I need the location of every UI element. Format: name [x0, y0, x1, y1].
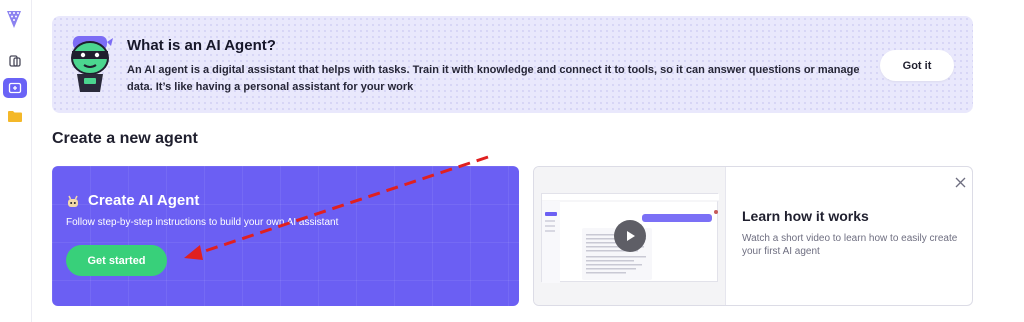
got-it-button[interactable]: Got it: [880, 50, 954, 81]
learn-how-card: Learn how it works Watch a short video t…: [533, 166, 973, 306]
create-agent-title-row: Create AI Agent: [66, 192, 199, 209]
learn-description: Watch a short video to learn how to easi…: [742, 233, 958, 257]
folder-icon: [8, 110, 22, 122]
layers-icon: [9, 55, 21, 67]
section-title: Create a new agent: [52, 130, 198, 147]
play-button[interactable]: [614, 220, 646, 252]
robot-icon: [68, 195, 78, 207]
learn-title: Learn how it works: [742, 208, 869, 224]
ninja-mascot-icon: [71, 36, 113, 92]
create-agent-subtitle: Follow step-by-step instructions to buil…: [66, 217, 339, 228]
sidebar-item-folders[interactable]: [3, 106, 27, 126]
agent-box-icon: [8, 82, 22, 94]
get-started-button[interactable]: Get started: [66, 245, 167, 276]
play-icon: [627, 231, 635, 241]
video-thumbnail[interactable]: [534, 167, 726, 305]
banner-description: An AI agent is a digital assistant that …: [127, 64, 860, 93]
sidebar-item-layers[interactable]: [3, 51, 27, 71]
logo-icon[interactable]: [5, 8, 23, 30]
close-button[interactable]: [952, 174, 968, 190]
sidebar-item-agents[interactable]: [3, 78, 27, 98]
create-agent-card[interactable]: Create AI Agent Follow step-by-step inst…: [52, 166, 519, 306]
info-banner: What is an AI Agent? An AI agent is a di…: [52, 16, 973, 113]
banner-title: What is an AI Agent?: [127, 37, 276, 54]
sidebar: [0, 0, 32, 322]
close-icon: [955, 177, 965, 187]
create-agent-title: Create AI Agent: [88, 192, 200, 209]
